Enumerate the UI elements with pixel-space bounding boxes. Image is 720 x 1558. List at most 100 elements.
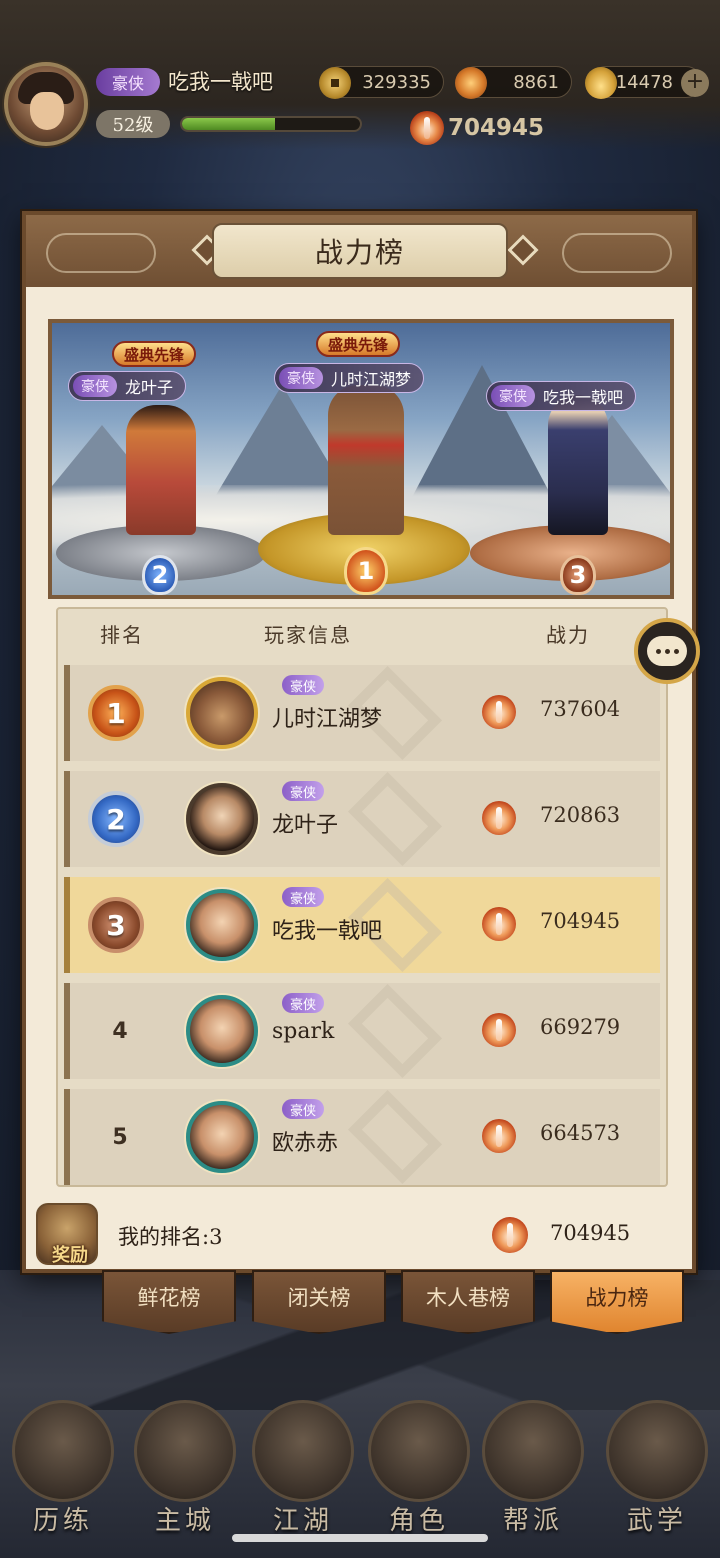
podium-character-2[interactable]	[126, 405, 196, 535]
event-badge-2: 盛典先锋	[112, 341, 197, 367]
header-rank: 排名	[100, 623, 144, 647]
flame-counter[interactable]: 8861	[455, 66, 572, 99]
nav-training[interactable]: 历练	[4, 1396, 122, 1556]
table-row[interactable]: 5 豪侠 欧赤赤 664573	[64, 1089, 660, 1185]
power-value: 664573	[540, 1121, 621, 1145]
podium-medal-2: 2	[142, 555, 178, 595]
podium-character-3[interactable]	[548, 395, 608, 535]
coin-icon	[319, 67, 351, 99]
nav-label: 角色	[388, 1506, 449, 1536]
nav-label: 江湖	[272, 1506, 333, 1536]
avatar[interactable]	[186, 1101, 258, 1173]
player-name: spark	[272, 1019, 335, 1044]
home-indicator[interactable]	[232, 1534, 488, 1542]
power-icon	[482, 1119, 516, 1153]
character-icon	[368, 1400, 470, 1502]
power-icon	[482, 1013, 516, 1047]
power-value: 737604	[540, 697, 621, 721]
flame-icon	[455, 67, 487, 99]
table-row-self[interactable]: 3 豪侠 吃我一戟吧 704945	[64, 877, 660, 973]
ranking-panel: 战力榜 2 1 3 盛典先锋 盛典先锋 豪侠 龙叶子 豪侠 儿时江湖梦 豪侠 吃…	[22, 211, 696, 1273]
nav-jianghu[interactable]: 江湖	[244, 1396, 362, 1556]
ranking-table: 排名 玩家信息 战力 1 豪侠 儿时江湖梦 737604 2 豪侠 龙叶子 72…	[56, 607, 668, 1187]
cloud-ornament-left	[46, 233, 156, 273]
title-tag: 豪侠	[73, 375, 117, 397]
my-power-value: 704945	[550, 1221, 631, 1245]
chat-icon	[647, 636, 687, 666]
player-avatar[interactable]	[4, 62, 88, 146]
panel-title: 战力榜	[212, 223, 508, 279]
rank-badge-silver: 2	[88, 791, 144, 847]
jianghu-icon	[252, 1400, 354, 1502]
tab-seclusion-ranking[interactable]: 闭关榜	[252, 1270, 386, 1334]
avatar-face	[30, 92, 64, 130]
rank-number: 5	[112, 1124, 128, 1150]
flame-value: 8861	[513, 71, 559, 93]
power-value: 669279	[540, 1015, 621, 1039]
tab-wooden-man-ranking[interactable]: 木人巷榜	[401, 1270, 535, 1334]
podium-medal-3: 3	[560, 555, 596, 595]
player-level: 52级	[96, 110, 170, 138]
power-value: 720863	[540, 803, 621, 827]
player-title-tag: 豪侠	[96, 68, 160, 96]
nav-martial-arts[interactable]: 武学	[598, 1396, 716, 1556]
nav-label: 帮派	[502, 1506, 563, 1536]
player-power: 704945	[410, 108, 544, 148]
player-name: 龙叶子	[272, 813, 339, 838]
table-row[interactable]: 1 豪侠 儿时江湖梦 737604	[64, 665, 660, 761]
table-row[interactable]: 4 豪侠 spark 669279	[64, 983, 660, 1079]
event-badge-1: 盛典先锋	[316, 331, 401, 357]
title-tag: 豪侠	[282, 887, 325, 907]
power-icon	[482, 907, 516, 941]
nav-guild[interactable]: 帮派	[474, 1396, 592, 1556]
podium-medal-1: 1	[344, 547, 388, 595]
player-power-value: 704945	[448, 115, 545, 141]
my-rank-text: 我的排名:3	[118, 1225, 223, 1249]
player-name: 儿时江湖梦	[272, 707, 383, 732]
podium-nameplate-2: 豪侠 龙叶子	[68, 371, 187, 401]
table-row[interactable]: 2 豪侠 龙叶子 720863	[64, 771, 660, 867]
tab-flower-ranking[interactable]: 鲜花榜	[102, 1270, 236, 1334]
chat-button[interactable]	[634, 618, 700, 684]
tab-power-ranking[interactable]: 战力榜	[550, 1270, 684, 1334]
podium-character-1[interactable]	[328, 385, 404, 535]
nav-label: 武学	[626, 1506, 687, 1536]
cloud-ornament-right	[562, 233, 672, 273]
power-icon	[492, 1217, 528, 1253]
player-name: 吃我一戟吧	[168, 70, 273, 94]
nav-label: 历练	[32, 1506, 93, 1536]
ingot-counter[interactable]: 14478 +	[585, 66, 709, 99]
reward-label: 奖励	[52, 1245, 88, 1266]
training-icon	[12, 1400, 114, 1502]
avatar[interactable]	[186, 783, 258, 855]
power-icon	[482, 695, 516, 729]
title-tag: 豪侠	[282, 781, 325, 801]
my-rank-bar: 奖励 我的排名:3 704945	[26, 1203, 692, 1269]
title-tag: 豪侠	[282, 675, 325, 695]
player-name: 吃我一戟吧	[272, 919, 383, 944]
title-tag: 豪侠	[279, 367, 323, 389]
player-name: 欧赤赤	[272, 1131, 339, 1156]
podium-nameplate-1: 豪侠 儿时江湖梦	[274, 363, 425, 393]
scroll-icon	[606, 1400, 708, 1502]
power-value: 704945	[540, 909, 621, 933]
exp-bar	[180, 116, 362, 132]
nav-main-city[interactable]: 主城	[126, 1396, 244, 1556]
podium-name-3: 吃我一戟吧	[543, 388, 624, 407]
avatar[interactable]	[186, 995, 258, 1067]
coin-counter[interactable]: 329335	[319, 66, 444, 99]
nav-label: 主城	[154, 1506, 215, 1536]
avatar[interactable]	[186, 889, 258, 961]
add-ingot-button[interactable]: +	[681, 69, 709, 97]
avatar[interactable]	[186, 677, 258, 749]
city-gate-icon	[134, 1400, 236, 1502]
nav-character[interactable]: 角色	[360, 1396, 478, 1556]
reward-chest-button[interactable]: 奖励	[36, 1203, 98, 1266]
row-decoration	[347, 983, 443, 1079]
title-tag: 豪侠	[491, 385, 535, 407]
power-icon	[410, 111, 444, 145]
header-power: 战力	[546, 623, 590, 647]
podium-nameplate-3: 豪侠 吃我一戟吧	[486, 381, 637, 411]
podium-scene: 2 1 3 盛典先锋 盛典先锋 豪侠 龙叶子 豪侠 儿时江湖梦 豪侠 吃我一戟吧	[48, 319, 674, 599]
exp-fill	[182, 118, 275, 130]
